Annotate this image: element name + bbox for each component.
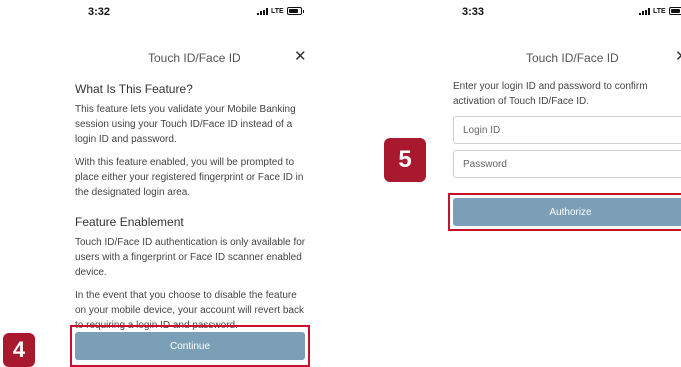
close-icon[interactable]: ✕	[294, 49, 307, 64]
battery-icon	[286, 7, 304, 15]
network-label: LTE	[653, 7, 666, 15]
paragraph-prompt: With this feature enabled, you will be p…	[75, 157, 304, 198]
status-time: 3:32	[88, 6, 111, 18]
section-heading-what: What Is This Feature?	[75, 82, 193, 96]
close-icon[interactable]: ✕	[675, 49, 681, 64]
right-phone-screen: 3:33 LTE Touch ID/Face ID ✕ Enter your l…	[438, 0, 681, 367]
signal-icon	[639, 7, 650, 15]
instruction-text: Enter your login ID and password to conf…	[453, 81, 648, 107]
status-time: 3:33	[462, 6, 485, 18]
nav-title: Touch ID/Face ID	[148, 51, 241, 65]
step-badge-5: 5	[384, 138, 426, 182]
nav-title: Touch ID/Face ID	[526, 51, 619, 65]
status-indicators: LTE	[257, 7, 304, 15]
left-phone-screen: 3:32 LTE Touch ID/Face ID ✕ What Is This…	[60, 0, 322, 367]
feature-description: What Is This Feature? This feature lets …	[75, 81, 310, 341]
status-indicators: LTE	[639, 7, 681, 15]
battery-icon	[668, 7, 681, 15]
paragraph-availability: Touch ID/Face ID authentication is only …	[75, 237, 306, 278]
continue-button[interactable]: Continue	[75, 332, 305, 360]
step-badge-4: 4	[3, 333, 35, 367]
section-heading-enablement: Feature Enablement	[75, 215, 184, 229]
paragraph-intro: This feature lets you validate your Mobi…	[75, 104, 296, 145]
password-input[interactable]	[453, 150, 681, 178]
signal-icon	[257, 7, 268, 15]
authorize-button[interactable]: Authorize	[453, 198, 681, 226]
login-id-input[interactable]	[453, 116, 681, 144]
network-label: LTE	[271, 7, 284, 15]
